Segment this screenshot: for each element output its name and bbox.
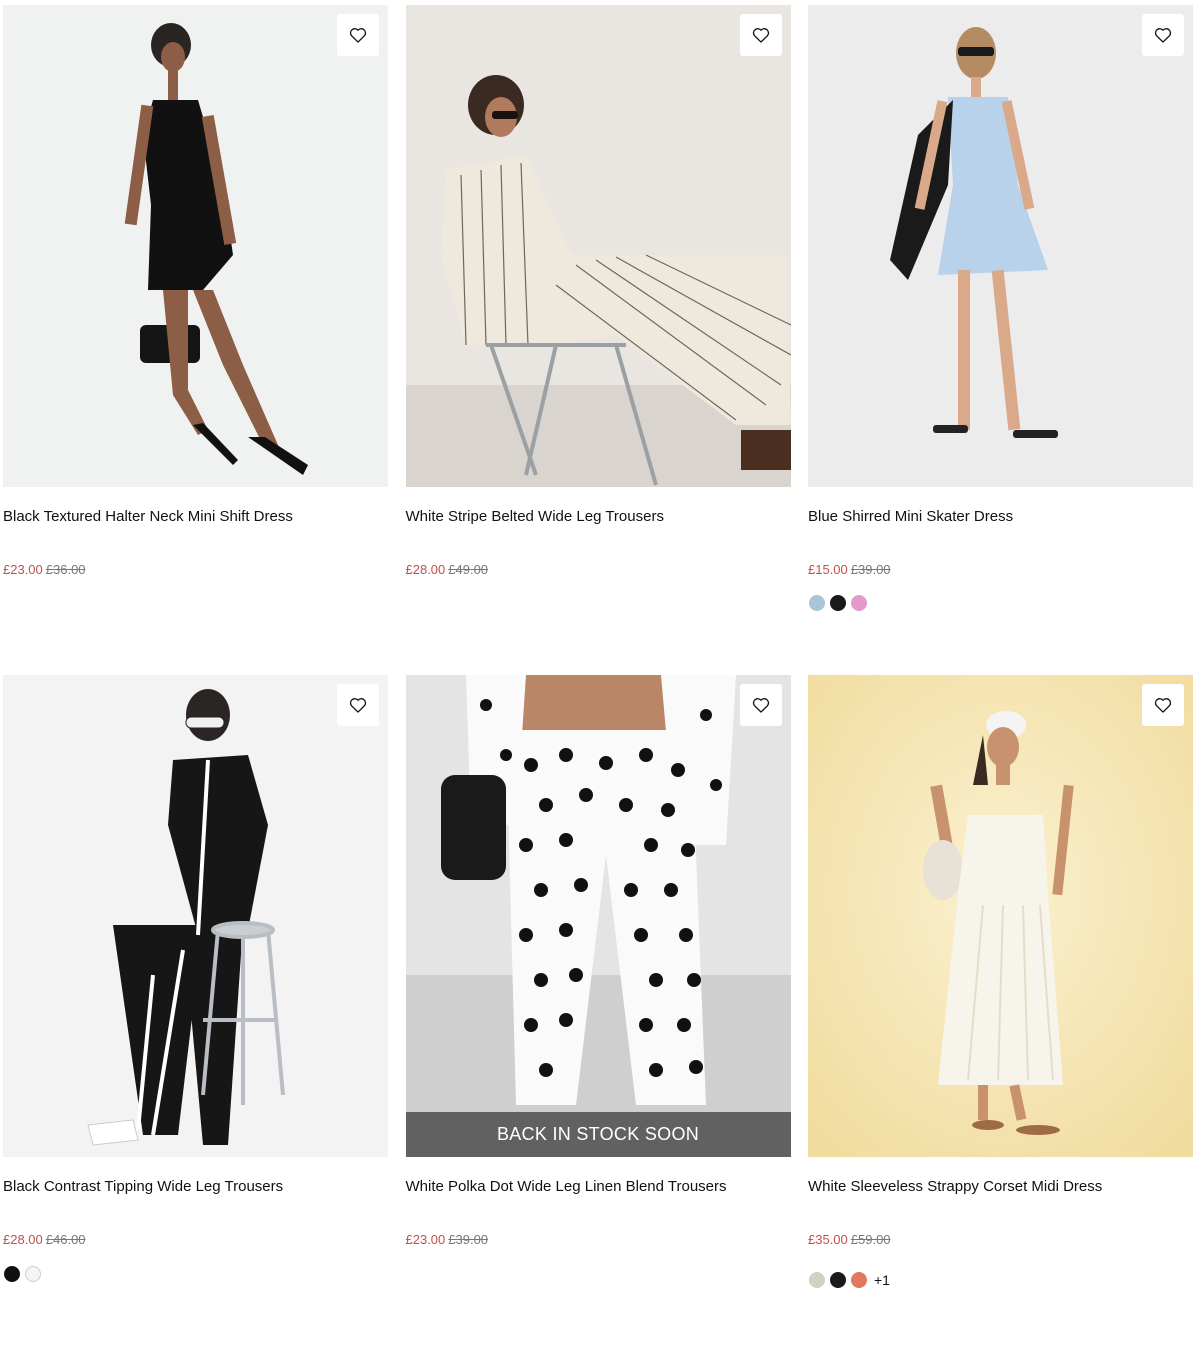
color-swatch[interactable]	[851, 595, 867, 611]
sale-price: £28.00	[405, 562, 446, 577]
color-swatch[interactable]	[851, 1272, 867, 1288]
product-grid: Black Textured Halter Neck Mini Shift Dr…	[3, 5, 1193, 1345]
product-price: £23.00 £36.00	[3, 562, 86, 577]
sale-price: £35.00	[808, 1232, 848, 1247]
product-card[interactable]: Black Textured Halter Neck Mini Shift Dr…	[3, 5, 388, 675]
wishlist-button[interactable]	[1142, 14, 1184, 56]
sale-price: £23.00	[3, 562, 43, 577]
original-price: £39.00	[448, 1232, 489, 1247]
wishlist-button[interactable]	[739, 684, 782, 726]
color-swatch[interactable]	[809, 595, 825, 611]
product-image[interactable]	[405, 5, 791, 487]
product-image[interactable]	[3, 675, 388, 1157]
color-swatches	[809, 595, 867, 611]
heart-outline-icon	[1154, 28, 1172, 43]
color-swatch[interactable]	[830, 595, 846, 611]
heart-outline-icon	[1154, 698, 1172, 713]
color-swatches	[4, 1266, 41, 1282]
heart-outline-icon	[752, 698, 769, 713]
heart-outline-icon	[349, 28, 367, 43]
product-name[interactable]: White Stripe Belted Wide Leg Trousers	[406, 508, 664, 525]
product-name[interactable]: Black Textured Halter Neck Mini Shift Dr…	[3, 508, 293, 525]
product-image[interactable]	[808, 5, 1193, 487]
wishlist-button[interactable]	[739, 14, 782, 56]
product-price: £15.00 £39.00	[808, 562, 891, 577]
product-image[interactable]: BACK IN STOCK SOON	[405, 675, 791, 1157]
sale-price: £23.00	[405, 1232, 446, 1247]
wishlist-button[interactable]	[1142, 684, 1184, 726]
product-card[interactable]: Blue Shirred Mini Skater Dress £15.00 £39…	[808, 5, 1193, 675]
original-price: £59.00	[850, 1232, 891, 1247]
color-swatches: +1	[809, 1272, 890, 1288]
heart-outline-icon	[349, 698, 367, 713]
color-swatch[interactable]	[809, 1272, 825, 1288]
product-card[interactable]: BACK IN STOCK SOON White Polka Dot Wide …	[405, 675, 791, 1345]
original-price: £46.00	[45, 1232, 86, 1247]
wishlist-button[interactable]	[337, 684, 379, 726]
product-image[interactable]	[808, 675, 1193, 1157]
product-card[interactable]: Black Contrast Tipping Wide Leg Trousers…	[3, 675, 388, 1345]
product-card[interactable]: White Sleeveless Strappy Corset Midi Dre…	[808, 675, 1193, 1345]
product-price: £28.00 £46.00	[3, 1232, 86, 1247]
color-swatch[interactable]	[25, 1266, 41, 1282]
color-swatch[interactable]	[830, 1272, 846, 1288]
product-name[interactable]: Black Contrast Tipping Wide Leg Trousers	[3, 1178, 283, 1195]
more-colors-count[interactable]: +1	[874, 1272, 890, 1288]
original-price: £36.00	[45, 562, 86, 577]
heart-outline-icon	[752, 28, 769, 43]
product-price: £28.00 £49.00	[406, 562, 489, 577]
original-price: £39.00	[850, 562, 891, 577]
wishlist-button[interactable]	[337, 14, 379, 56]
product-price: £35.00 £59.00	[808, 1232, 891, 1247]
product-name[interactable]: Blue Shirred Mini Skater Dress	[808, 508, 1013, 525]
product-image[interactable]	[3, 5, 388, 487]
sale-price: £28.00	[3, 1232, 43, 1247]
original-price: £49.00	[448, 562, 489, 577]
product-name[interactable]: White Sleeveless Strappy Corset Midi Dre…	[808, 1178, 1102, 1195]
color-swatch[interactable]	[4, 1266, 20, 1282]
sale-price: £15.00	[808, 562, 848, 577]
product-card[interactable]: White Stripe Belted Wide Leg Trousers £2…	[405, 5, 791, 675]
stock-status-banner: BACK IN STOCK SOON	[405, 1112, 791, 1157]
product-price: £23.00 £39.00	[406, 1232, 489, 1247]
product-name[interactable]: White Polka Dot Wide Leg Linen Blend Tro…	[406, 1178, 727, 1195]
